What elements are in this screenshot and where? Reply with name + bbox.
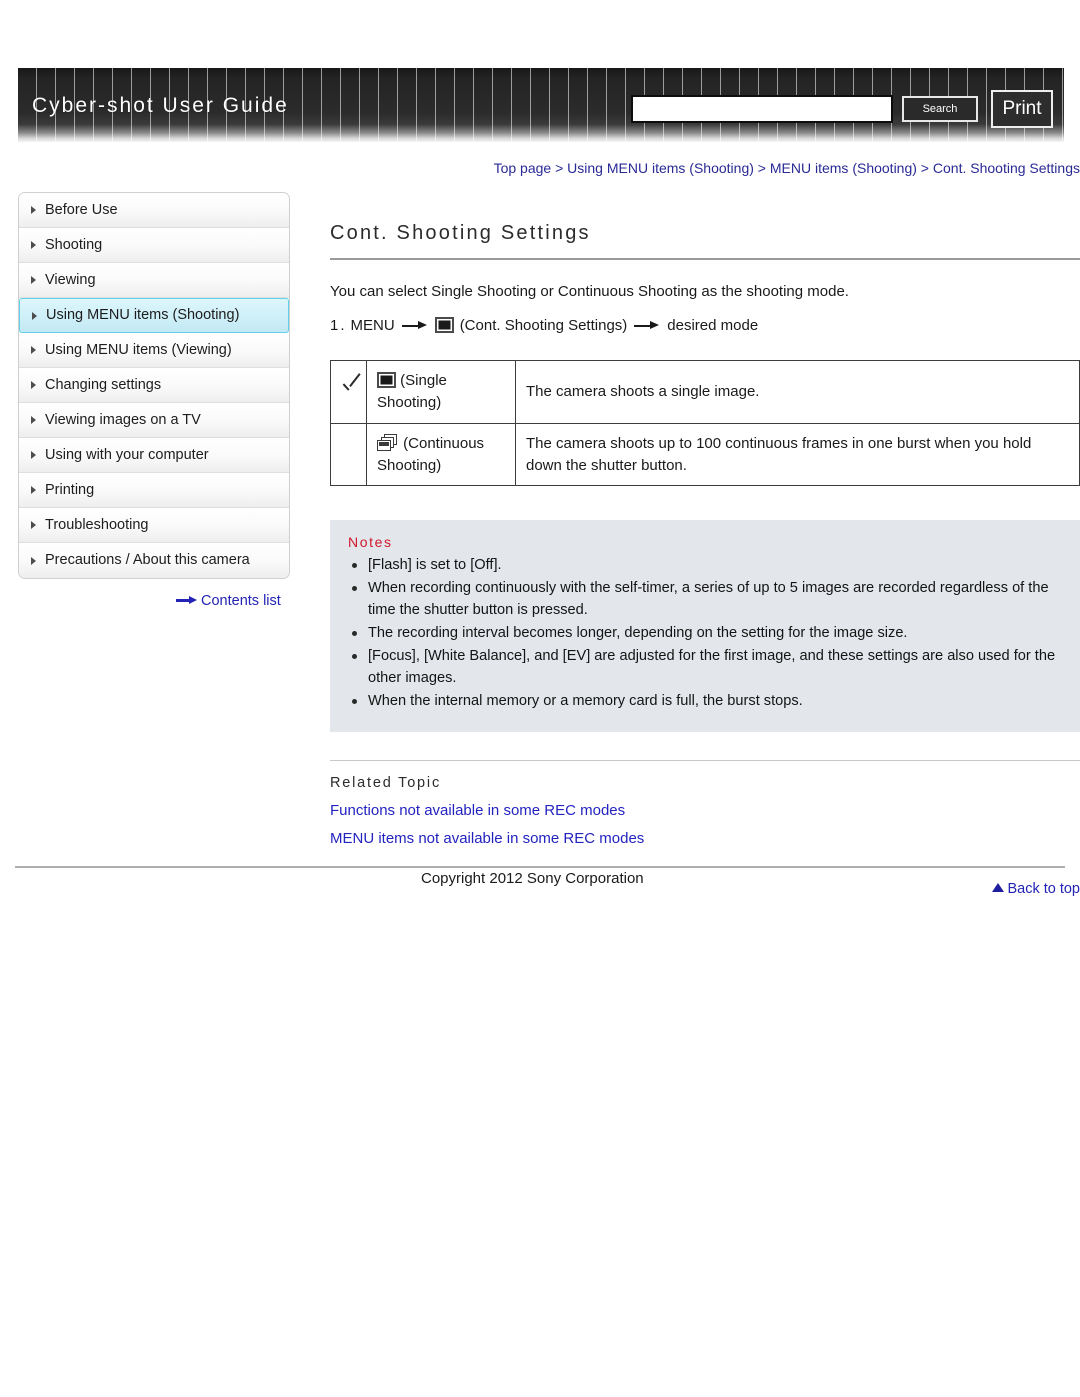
note-item: [Flash] is set to [Off]. <box>348 555 1062 577</box>
sidebar-item-before-use[interactable]: Before Use <box>19 193 289 228</box>
table-row: (Continuous Shooting) The camera shoots … <box>330 422 1080 487</box>
sidebar-nav: Before Use Shooting Viewing Using MENU i… <box>18 192 290 579</box>
table-cell-mode: (Single Shooting) <box>366 360 516 424</box>
sidebar-item-label: Viewing images on a TV <box>45 412 201 428</box>
breadcrumb-item-using-menu-items-shooting[interactable]: Using MENU items (Shooting) <box>567 160 754 176</box>
sidebar-item-label: Using MENU items (Shooting) <box>46 307 240 323</box>
page-title: Cont. Shooting Settings <box>330 222 591 244</box>
triangle-right-icon <box>32 311 37 320</box>
single-shooting-icon <box>377 372 396 389</box>
shooting-modes-table: (Single Shooting) The camera shoots a si… <box>330 360 1080 487</box>
sidebar-item-precautions-about-this-camera[interactable]: Precautions / About this camera <box>19 543 289 578</box>
search-input[interactable] <box>631 95 893 123</box>
contents-list-label: Contents list <box>201 593 281 609</box>
print-button[interactable]: Print <box>991 90 1053 128</box>
sidebar-item-label: Shooting <box>45 237 103 253</box>
title-divider <box>330 258 1080 261</box>
breadcrumb: Top page > Using MENU items (Shooting) >… <box>330 160 1080 176</box>
step-number: 1. <box>330 317 347 335</box>
sidebar-item-label: Using with your computer <box>45 447 209 463</box>
triangle-right-icon <box>31 486 36 494</box>
sidebar-item-label: Viewing <box>45 272 96 288</box>
note-item: The recording interval becomes longer, d… <box>348 623 1062 645</box>
note-item: When recording continuously with the sel… <box>348 578 1062 622</box>
single-shooting-icon <box>434 316 454 333</box>
arrow-right-icon <box>401 321 428 331</box>
related-link-functions-not-available[interactable]: Functions not available in some REC mode… <box>330 802 1080 819</box>
site-title: Cyber-shot User Guide <box>32 94 289 117</box>
breadcrumb-item-current: Cont. Shooting Settings <box>932 160 1080 176</box>
search-button[interactable]: Search <box>902 96 978 122</box>
triangle-right-icon <box>31 241 36 249</box>
triangle-right-icon <box>31 276 36 284</box>
sidebar-item-printing[interactable]: Printing <box>19 473 289 508</box>
main-content: Top page > Using MENU items (Shooting) >… <box>330 160 1080 897</box>
breadcrumb-separator: > <box>551 160 568 176</box>
triangle-right-icon <box>31 416 36 424</box>
sidebar-item-label: Before Use <box>45 202 118 218</box>
arrow-right-icon <box>176 595 198 605</box>
step-tail-label: desired mode <box>667 317 759 335</box>
sidebar-item-shooting[interactable]: Shooting <box>19 228 289 263</box>
related-topic-title: Related Topic <box>330 774 441 791</box>
sidebar-item-changing-settings[interactable]: Changing settings <box>19 368 289 403</box>
triangle-right-icon <box>31 381 36 389</box>
related-link-menu-items-not-available[interactable]: MENU items not available in some REC mod… <box>330 830 1080 847</box>
sidebar-item-label: Precautions / About this camera <box>45 552 250 568</box>
table-cell-check <box>330 422 367 487</box>
sidebar-item-troubleshooting[interactable]: Troubleshooting <box>19 508 289 543</box>
checkmark-icon <box>341 380 363 398</box>
triangle-right-icon <box>31 521 36 529</box>
arrow-right-icon <box>634 321 660 331</box>
table-cell-check <box>330 360 367 424</box>
sidebar-item-viewing[interactable]: Viewing <box>19 263 289 298</box>
contents-list-link[interactable]: Contents list <box>176 593 281 609</box>
sidebar-item-label: Changing settings <box>45 377 162 393</box>
note-item: When the internal memory or a memory car… <box>348 691 1062 713</box>
triangle-right-icon <box>31 556 36 565</box>
step-instruction: 1. MENU (Cont. Shooting Settings) desire… <box>330 316 1080 335</box>
site-header: Cyber-shot User Guide Search Print <box>18 68 1064 142</box>
footer-divider <box>15 866 1065 868</box>
table-cell-description: The camera shoots up to 100 continuous f… <box>515 422 1080 487</box>
table-cell-description: The camera shoots a single image. <box>515 360 1080 424</box>
triangle-right-icon <box>31 451 36 459</box>
table-cell-mode: (Continuous Shooting) <box>366 422 516 487</box>
related-divider <box>330 759 1080 761</box>
notes-list: [Flash] is set to [Off]. When recording … <box>348 555 1062 712</box>
step-menu-label: MENU <box>350 317 395 335</box>
continuous-shooting-icon <box>377 433 399 452</box>
notes-panel: Notes [Flash] is set to [Off]. When reco… <box>330 520 1080 732</box>
sidebar-item-label: Troubleshooting <box>45 517 149 533</box>
triangle-right-icon <box>31 346 36 354</box>
sidebar-item-using-menu-items-shooting[interactable]: Using MENU items (Shooting) <box>19 298 289 333</box>
notes-title: Notes <box>348 534 393 551</box>
sidebar-item-using-with-your-computer[interactable]: Using with your computer <box>19 438 289 473</box>
back-to-top-label: Back to top <box>1007 880 1080 897</box>
table-row: (Single Shooting) The camera shoots a si… <box>330 360 1080 424</box>
sidebar-item-label: Printing <box>45 482 95 498</box>
breadcrumb-item-top-page[interactable]: Top page <box>494 160 552 176</box>
breadcrumb-item-menu-items-shooting[interactable]: MENU items (Shooting) <box>770 160 917 176</box>
breadcrumb-separator: > <box>916 160 933 176</box>
sidebar-item-viewing-images-on-a-tv[interactable]: Viewing images on a TV <box>19 403 289 438</box>
triangle-up-icon <box>992 883 1005 893</box>
sidebar-item-using-menu-items-viewing[interactable]: Using MENU items (Viewing) <box>19 333 289 368</box>
note-item: [Focus], [White Balance], and [EV] are a… <box>348 646 1062 690</box>
intro-paragraph: You can select Single Shooting or Contin… <box>330 283 849 301</box>
copyright-text: Copyright 2012 Sony Corporation <box>421 870 644 887</box>
breadcrumb-separator: > <box>753 160 770 176</box>
triangle-right-icon <box>31 206 36 214</box>
step-icon-label: (Cont. Shooting Settings) <box>459 317 628 335</box>
sidebar-item-label: Using MENU items (Viewing) <box>45 342 232 358</box>
